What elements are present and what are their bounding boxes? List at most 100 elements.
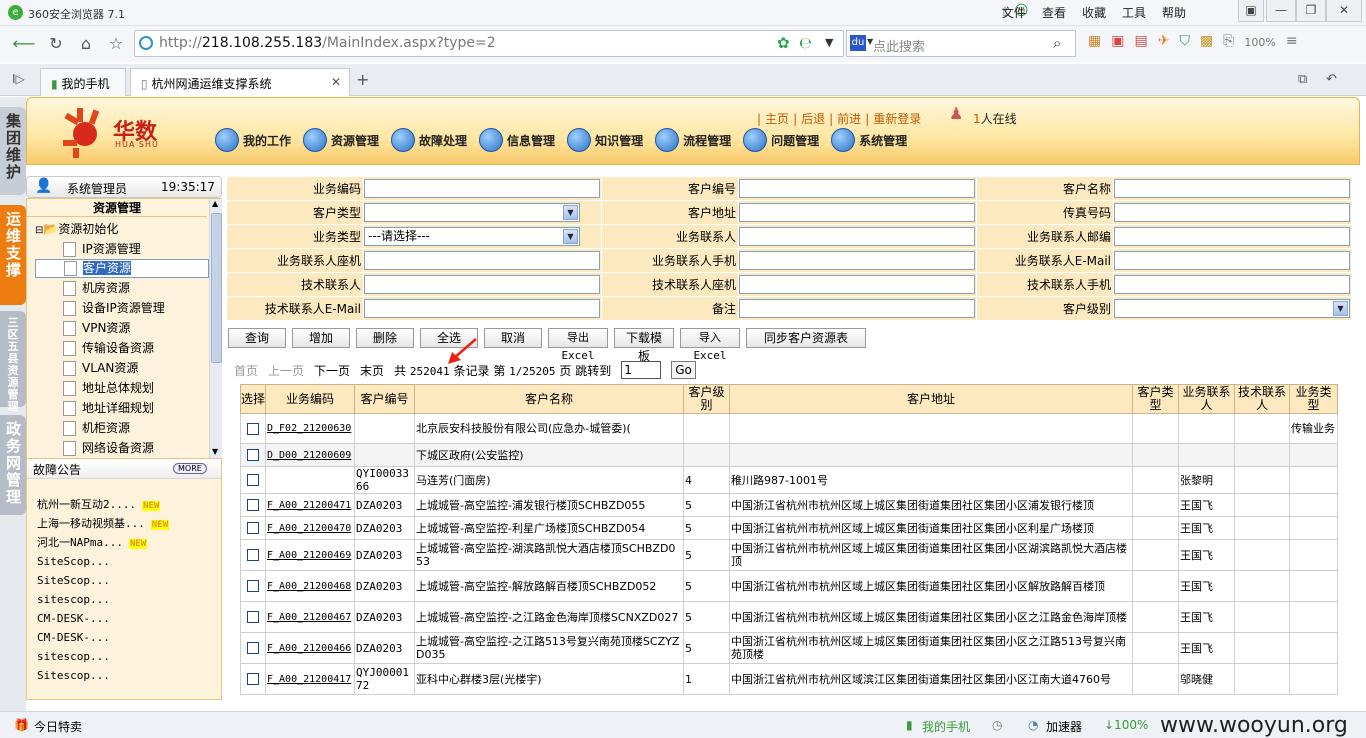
row-checkbox[interactable] — [247, 580, 259, 592]
scroll-up-icon[interactable]: ▲ — [212, 199, 218, 208]
link-forward[interactable]: 前进 — [837, 112, 861, 126]
tools-icon[interactable]: ▩ — [1200, 33, 1213, 52]
browser-menu-item[interactable]: 查看 — [1042, 4, 1066, 21]
tree-item[interactable]: 地址总体规划 — [35, 378, 209, 398]
main-menu-item[interactable]: 信息管理 — [479, 128, 555, 152]
search-icon[interactable]: ⌕ — [1053, 34, 1061, 52]
main-menu-item[interactable]: 系统管理 — [831, 128, 907, 152]
row-checkbox[interactable] — [247, 499, 259, 511]
form-input[interactable] — [364, 179, 600, 198]
fault-item[interactable]: Sitescop... — [37, 666, 169, 685]
form-input[interactable] — [739, 203, 975, 222]
last-page-link[interactable]: 末页 — [360, 362, 384, 379]
action-button[interactable]: 增加 — [292, 328, 350, 348]
prev-page-link[interactable]: 上一页 — [268, 362, 304, 379]
vtab-gov-network[interactable]: 政务网管理 — [0, 415, 26, 515]
scroll-thumb[interactable] — [211, 213, 222, 363]
vtab-district-resources[interactable]: 三区五县资源管理 — [0, 311, 26, 413]
tree-item[interactable]: 网络设备资源 — [35, 438, 209, 458]
action-button[interactable]: 导入Excel — [680, 328, 740, 362]
accelerator-link[interactable]: 加速器 — [1046, 718, 1082, 735]
row-checkbox[interactable] — [247, 449, 259, 461]
tree-item[interactable]: VLAN资源 — [35, 358, 209, 378]
business-code-link[interactable]: F_A00_21200466 — [267, 643, 351, 654]
link-relogin[interactable]: 重新登录 — [873, 112, 921, 126]
fault-item[interactable]: 河北一NAPma... NEW — [37, 533, 169, 552]
menu-icon[interactable]: ≡ — [1286, 33, 1298, 52]
form-input[interactable] — [364, 299, 600, 318]
form-input[interactable] — [1114, 275, 1350, 294]
action-button[interactable]: 查询 — [228, 328, 286, 348]
form-input[interactable] — [739, 179, 975, 198]
form-input[interactable] — [364, 251, 600, 270]
tree-item[interactable]: 客户资源 — [35, 259, 209, 278]
action-button[interactable]: 同步客户资源表 — [746, 328, 866, 348]
row-checkbox[interactable] — [247, 673, 259, 685]
more-button[interactable]: MORE — [173, 463, 207, 474]
row-checkbox[interactable] — [247, 549, 259, 561]
link-back[interactable]: 后退 — [801, 112, 825, 126]
tree-item[interactable]: 机柜资源 — [35, 418, 209, 438]
scroll-down-icon[interactable]: ▼ — [212, 447, 218, 456]
close-tab-icon[interactable]: ✕ — [331, 75, 341, 89]
dropdown-arrow-icon[interactable]: ▼ — [563, 229, 578, 244]
ie-mode-icon[interactable]: ℮ — [799, 34, 812, 52]
flight-icon[interactable]: ✈ — [1158, 33, 1170, 52]
maximize-button[interactable]: ❐ — [1296, 0, 1326, 22]
calendar-icon[interactable]: ▤ — [1134, 33, 1147, 52]
dropdown-arrow-icon[interactable]: ▼ — [563, 205, 578, 220]
fault-item[interactable]: CM-DESK-... — [37, 609, 169, 628]
screenshot-icon[interactable]: ⎘ — [1223, 33, 1234, 52]
shield-icon[interactable]: ⛉ — [1179, 33, 1190, 52]
form-input[interactable] — [739, 299, 975, 318]
fault-item[interactable]: CM-DESK-... — [37, 628, 169, 647]
form-select[interactable]: ▼ — [1114, 299, 1350, 318]
vtab-group-maintenance[interactable]: 集团维护 — [0, 107, 26, 195]
zoom-level[interactable]: 100% — [1244, 33, 1275, 52]
search-input[interactable]: 点此搜索 — [873, 36, 925, 55]
address-dropdown-icon[interactable]: ▼ — [825, 36, 833, 49]
form-input[interactable] — [739, 227, 975, 246]
mail-icon[interactable]: ▣ — [1111, 33, 1124, 52]
fault-item[interactable]: sitescop... — [37, 647, 169, 666]
business-code-link[interactable]: D_F02_21200630 — [267, 423, 351, 434]
business-code-link[interactable]: F_A00_21200471 — [267, 500, 351, 511]
business-code-link[interactable]: D_D00_21200609 — [267, 450, 351, 461]
daily-deals-link[interactable]: 今日特卖 — [34, 718, 82, 735]
dropdown-arrow-icon[interactable]: ▼ — [1333, 301, 1348, 316]
speed-mode-icon[interactable]: ✿ — [777, 34, 790, 52]
form-input[interactable] — [1114, 203, 1350, 222]
tree-root[interactable]: ⊟📂资源初始化 — [35, 219, 209, 239]
row-checkbox[interactable] — [247, 422, 259, 435]
business-code-link[interactable]: F_A00_21200417 — [267, 674, 351, 685]
home-icon[interactable]: ⌂ — [74, 32, 98, 56]
address-bar[interactable]: http://218.108.255.183/MainIndex.aspx?ty… — [134, 30, 844, 57]
fault-item[interactable]: SiteScop... — [37, 552, 169, 571]
back-icon[interactable]: ⟵ — [12, 32, 36, 56]
browser-menu-item[interactable]: 帮助 — [1162, 4, 1186, 21]
row-checkbox[interactable] — [247, 474, 259, 486]
main-menu-item[interactable]: 故障处理 — [391, 128, 467, 152]
tree-item[interactable]: 设备IP资源管理 — [35, 298, 209, 318]
tab-my-phone[interactable]: ▮ 我的手机 — [40, 68, 126, 96]
history-icon[interactable]: ◷ — [992, 718, 1002, 732]
main-menu-item[interactable]: 流程管理 — [655, 128, 731, 152]
action-button[interactable]: 取消 — [484, 328, 542, 348]
minimize-button[interactable]: — — [1266, 0, 1296, 22]
form-input[interactable] — [1114, 251, 1350, 270]
tree-item[interactable]: VPN资源 — [35, 318, 209, 338]
row-checkbox[interactable] — [247, 611, 259, 623]
my-phone-link[interactable]: 我的手机 — [922, 718, 970, 735]
action-button[interactable]: 导出Excel — [548, 328, 608, 362]
main-menu-item[interactable]: 我的工作 — [215, 128, 291, 152]
browser-menu-item[interactable]: 文件 — [1002, 4, 1026, 21]
favorite-star-icon[interactable]: ☆ — [104, 32, 128, 56]
jump-page-input[interactable]: 1 — [621, 361, 662, 379]
tree-scrollbar[interactable]: ▲ ▼ — [209, 199, 222, 459]
form-input[interactable] — [739, 251, 975, 270]
business-code-link[interactable]: F_A00_21200468 — [267, 581, 351, 592]
tree-item[interactable]: 机房资源 — [35, 278, 209, 298]
row-checkbox[interactable] — [247, 522, 259, 534]
fault-item[interactable]: 上海一移动视频基... NEW — [37, 514, 170, 533]
form-input[interactable] — [364, 275, 600, 294]
